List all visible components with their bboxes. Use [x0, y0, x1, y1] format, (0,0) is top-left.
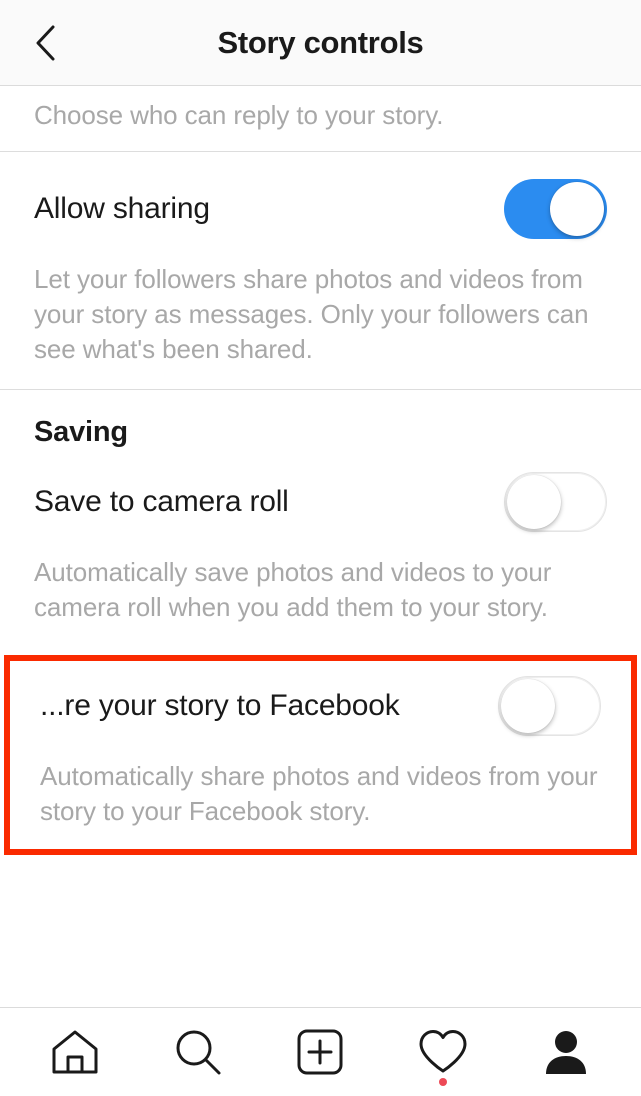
share-to-facebook-label: ...re your story to Facebook	[40, 689, 400, 722]
allow-sharing-description: Let your followers share photos and vide…	[34, 264, 589, 364]
nav-home[interactable]	[32, 1008, 118, 1096]
share-to-facebook-toggle[interactable]	[498, 676, 601, 736]
reply-description-section: Choose who can reply to your story.	[0, 86, 641, 151]
allow-sharing-row[interactable]: Allow sharing	[34, 178, 607, 240]
share-to-facebook-highlight: ...re your story to Facebook Automatical…	[4, 655, 637, 855]
toggle-knob	[550, 182, 604, 236]
bottom-navigation-bar	[0, 1007, 641, 1095]
save-to-camera-roll-toggle[interactable]	[504, 472, 607, 532]
settings-list: Choose who can reply to your story. Allo…	[0, 86, 641, 1007]
nav-profile[interactable]	[523, 1008, 609, 1096]
page-title: Story controls	[217, 24, 424, 60]
save-to-camera-roll-label: Save to camera roll	[34, 485, 289, 518]
nav-activity[interactable]	[400, 1008, 486, 1096]
plus-square-icon	[297, 1029, 343, 1074]
allow-sharing-toggle[interactable]	[504, 179, 607, 239]
heart-icon	[419, 1029, 467, 1072]
toggle-knob	[507, 475, 561, 529]
save-to-camera-roll-description: Automatically save photos and videos to …	[34, 557, 552, 622]
home-icon	[52, 1030, 98, 1073]
share-to-facebook-row[interactable]: ...re your story to Facebook	[40, 675, 601, 737]
chevron-left-icon	[36, 25, 55, 60]
saving-section: Saving Save to camera roll Automatically…	[0, 390, 641, 645]
header-bar: Story controls	[0, 0, 641, 86]
share-to-facebook-description: Automatically share photos and videos fr…	[40, 761, 598, 826]
toggle-knob	[501, 679, 555, 733]
reply-description-text: Choose who can reply to your story.	[34, 100, 444, 130]
person-icon	[545, 1030, 586, 1074]
saving-heading: Saving	[34, 416, 128, 448]
nav-create[interactable]	[277, 1008, 363, 1096]
allow-sharing-label: Allow sharing	[34, 192, 210, 225]
nav-search[interactable]	[155, 1008, 241, 1096]
app-screen: Story controls Choose who can reply to y…	[0, 0, 641, 1095]
save-to-camera-roll-row[interactable]: Save to camera roll	[34, 471, 607, 533]
allow-sharing-section: Allow sharing Let your followers share p…	[0, 152, 641, 389]
activity-badge-dot	[439, 1077, 448, 1086]
back-button[interactable]	[18, 0, 72, 85]
search-icon	[176, 1030, 221, 1074]
